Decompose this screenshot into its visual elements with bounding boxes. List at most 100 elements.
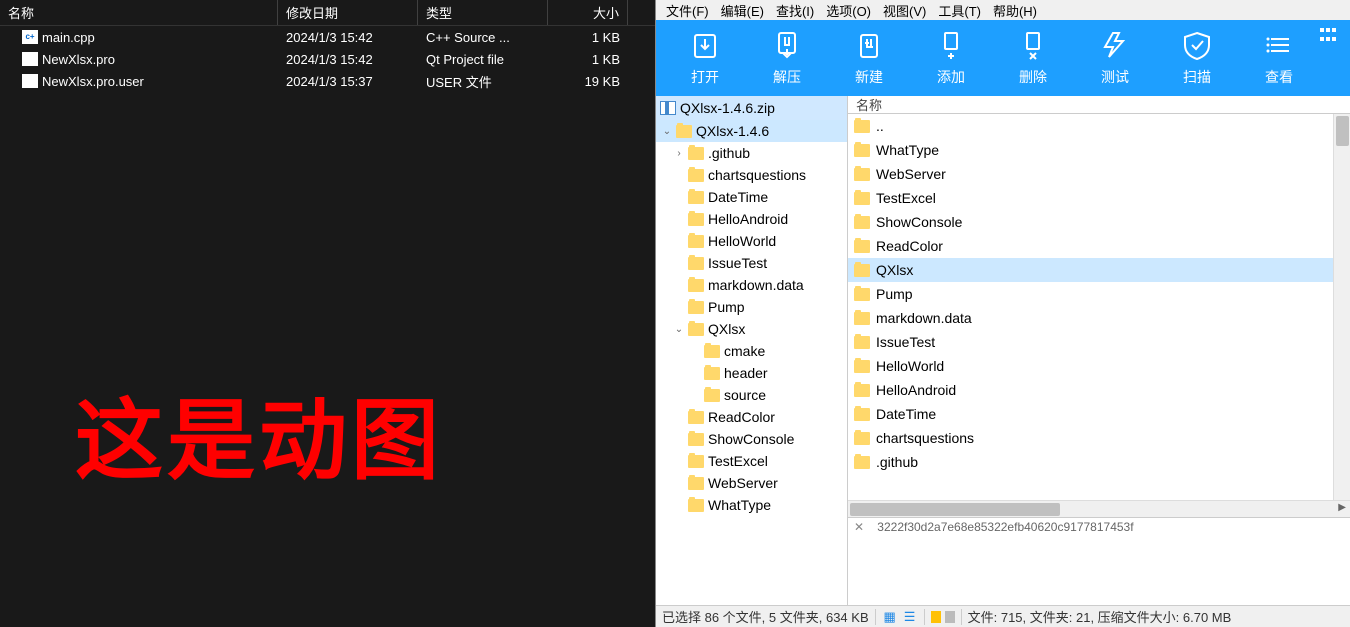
- new-icon: [853, 29, 885, 61]
- scan-button[interactable]: 扫描: [1156, 20, 1238, 96]
- add-button[interactable]: 添加: [910, 20, 992, 96]
- chevron-down-icon[interactable]: ⌄: [672, 322, 686, 336]
- list-item-label: Pump: [876, 286, 913, 302]
- col-header-size[interactable]: 大小: [548, 0, 628, 25]
- file-explorer-header: 名称 修改日期 类型 大小: [0, 0, 655, 26]
- file-date: 2024/1/3 15:42: [278, 30, 418, 45]
- tree-node[interactable]: HelloWorld: [656, 230, 847, 252]
- open-button[interactable]: 打开: [664, 20, 746, 96]
- tree-spacer: [672, 498, 686, 512]
- overlay-text: 这是动图: [75, 370, 443, 497]
- menu-tools[interactable]: 工具(T): [932, 1, 987, 20]
- view-list-icon[interactable]: ▦: [882, 610, 898, 624]
- list-item[interactable]: .github: [848, 450, 1350, 474]
- scan-label: 扫描: [1183, 67, 1211, 87]
- tree-node[interactable]: ReadColor: [656, 406, 847, 428]
- folder-icon: [688, 477, 704, 490]
- tree-node[interactable]: markdown.data: [656, 274, 847, 296]
- list-item-label: .github: [876, 454, 918, 470]
- folder-icon: [688, 455, 704, 468]
- folder-icon: [854, 432, 870, 445]
- list-item[interactable]: TestExcel: [848, 186, 1350, 210]
- vertical-scrollbar[interactable]: [1333, 114, 1350, 500]
- file-row[interactable]: c+main.cpp 2024/1/3 15:42 C++ Source ...…: [0, 26, 655, 48]
- col-header-type[interactable]: 类型: [418, 0, 548, 25]
- list-item[interactable]: QXlsx: [848, 258, 1350, 282]
- folder-icon: [854, 408, 870, 421]
- tree-node[interactable]: ShowConsole: [656, 428, 847, 450]
- file-row[interactable]: NewXlsx.pro 2024/1/3 15:42 Qt Project fi…: [0, 48, 655, 70]
- open-label: 打开: [691, 67, 719, 87]
- tree-node[interactable]: DateTime: [656, 186, 847, 208]
- folder-icon: [854, 264, 870, 277]
- menu-help[interactable]: 帮助(H): [987, 1, 1043, 20]
- menu-file[interactable]: 文件(F): [660, 1, 715, 20]
- tree-node[interactable]: ⌄ QXlsx: [656, 318, 847, 340]
- extract-button[interactable]: 解压: [746, 20, 828, 96]
- chevron-right-icon[interactable]: ›: [672, 146, 686, 160]
- list-item-label: TestExcel: [876, 190, 936, 206]
- status-yellow-icon: [931, 611, 941, 623]
- tree-node[interactable]: chartsquestions: [656, 164, 847, 186]
- tree-node[interactable]: WebServer: [656, 472, 847, 494]
- view-detail-icon[interactable]: ☰: [902, 610, 918, 624]
- chevron-down-icon[interactable]: ⌄: [660, 124, 674, 138]
- tree-node-label: WhatType: [708, 497, 771, 513]
- list-item[interactable]: WebServer: [848, 162, 1350, 186]
- list-item[interactable]: ReadColor: [848, 234, 1350, 258]
- toolbar-overflow-icon[interactable]: [1320, 28, 1340, 44]
- list-item[interactable]: IssueTest: [848, 330, 1350, 354]
- archive-viewer-panel: 文件(F) 编辑(E) 查找(I) 选项(O) 视图(V) 工具(T) 帮助(H…: [655, 0, 1350, 627]
- tree-node-label: ShowConsole: [708, 431, 794, 447]
- folder-icon: [854, 336, 870, 349]
- delete-button[interactable]: 删除: [992, 20, 1074, 96]
- file-row[interactable]: NewXlsx.pro.user 2024/1/3 15:37 USER 文件 …: [0, 70, 655, 92]
- tree-node[interactable]: WhatType: [656, 494, 847, 516]
- folder-icon: [854, 216, 870, 229]
- col-header-name[interactable]: 名称: [0, 0, 278, 25]
- new-button[interactable]: 新建: [828, 20, 910, 96]
- list-item[interactable]: ..: [848, 114, 1350, 138]
- view-button[interactable]: 查看: [1238, 20, 1320, 96]
- list-item-label: DateTime: [876, 406, 936, 422]
- tree-node[interactable]: IssueTest: [656, 252, 847, 274]
- list-item[interactable]: markdown.data: [848, 306, 1350, 330]
- tree-node[interactable]: TestExcel: [656, 450, 847, 472]
- list-item-label: HelloWorld: [876, 358, 944, 374]
- list-item[interactable]: DateTime: [848, 402, 1350, 426]
- list-body[interactable]: .. WhatType WebServer TestExcel ShowCons…: [848, 114, 1350, 500]
- list-item[interactable]: WhatType: [848, 138, 1350, 162]
- tree-node-label: HelloWorld: [708, 233, 776, 249]
- tree-node-label: HelloAndroid: [708, 211, 788, 227]
- tree-node[interactable]: cmake: [656, 340, 847, 362]
- list-item[interactable]: HelloAndroid: [848, 378, 1350, 402]
- tree-spacer: [672, 168, 686, 182]
- menu-options[interactable]: 选项(O): [820, 1, 877, 20]
- folder-icon: [688, 499, 704, 512]
- tree-root-node[interactable]: ⌄ QXlsx-1.4.6: [656, 120, 847, 142]
- horizontal-scrollbar[interactable]: [848, 500, 1350, 517]
- tree-node[interactable]: › .github: [656, 142, 847, 164]
- tree-node[interactable]: header: [656, 362, 847, 384]
- list-item[interactable]: Pump: [848, 282, 1350, 306]
- tree-node[interactable]: Pump: [656, 296, 847, 318]
- list-item[interactable]: chartsquestions: [848, 426, 1350, 450]
- menu-view[interactable]: 视图(V): [877, 1, 932, 20]
- menu-find[interactable]: 查找(I): [770, 1, 820, 20]
- status-gray-icon: [945, 611, 955, 623]
- list-item[interactable]: ShowConsole: [848, 210, 1350, 234]
- test-button[interactable]: 测试: [1074, 20, 1156, 96]
- tree-node[interactable]: HelloAndroid: [656, 208, 847, 230]
- list-item[interactable]: HelloWorld: [848, 354, 1350, 378]
- log-close-icon[interactable]: ✕: [854, 520, 864, 534]
- list-header-name[interactable]: 名称: [856, 96, 1342, 114]
- tree-node[interactable]: source: [656, 384, 847, 406]
- list-item-label: ReadColor: [876, 238, 943, 254]
- list-item-label: chartsquestions: [876, 430, 974, 446]
- list-header[interactable]: 名称: [848, 96, 1350, 114]
- tree-panel[interactable]: QXlsx-1.4.6.zip ⌄ QXlsx-1.4.6 › .github …: [656, 96, 848, 605]
- col-header-date[interactable]: 修改日期: [278, 0, 418, 25]
- file-date: 2024/1/3 15:37: [278, 74, 418, 89]
- menu-edit[interactable]: 编辑(E): [715, 1, 770, 20]
- tree-zip-header[interactable]: QXlsx-1.4.6.zip: [656, 96, 847, 120]
